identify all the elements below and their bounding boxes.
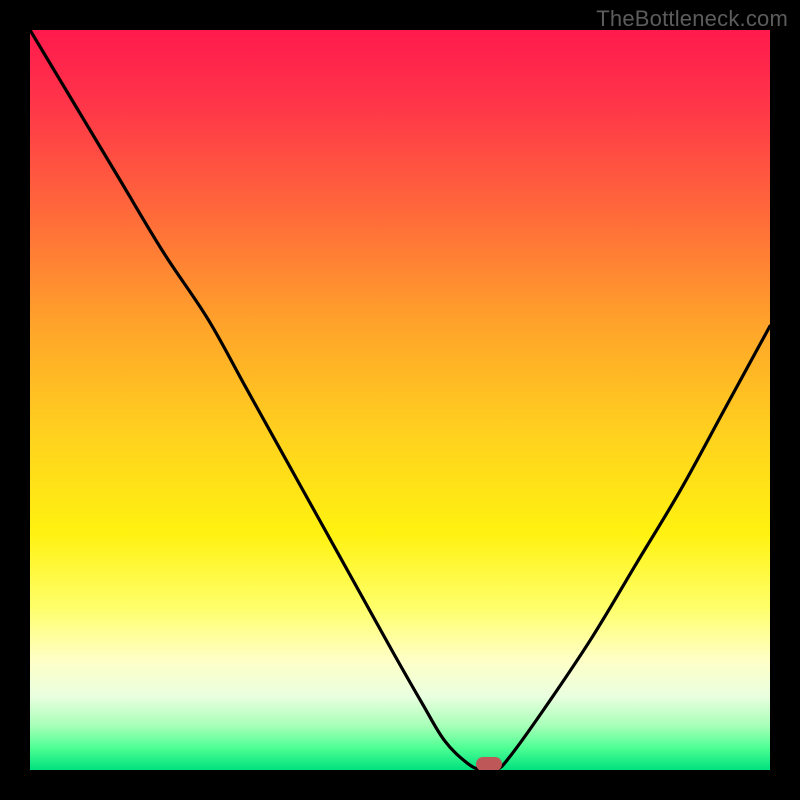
optimal-point-marker bbox=[476, 757, 502, 770]
bottleneck-curve bbox=[30, 30, 770, 770]
watermark-text: TheBottleneck.com bbox=[596, 6, 788, 32]
plot-area bbox=[30, 30, 770, 770]
chart-frame: TheBottleneck.com bbox=[0, 0, 800, 800]
